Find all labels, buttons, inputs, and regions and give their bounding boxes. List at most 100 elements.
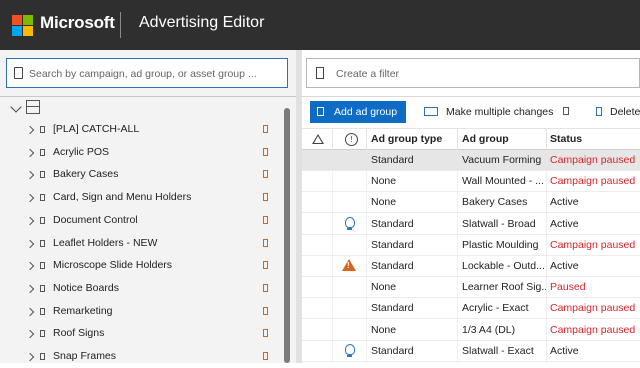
cell-ad-group: Learner Roof Sig... [462, 281, 546, 294]
lightbulb-icon[interactable] [345, 343, 355, 357]
table-row[interactable]: Standard Vacuum Forming Campaign paused [302, 150, 640, 171]
cell-ad-group-type: Standard [371, 344, 414, 357]
tree-scrollbar[interactable] [284, 108, 290, 363]
campaign-status-icon [263, 170, 268, 179]
chevron-right-icon[interactable] [25, 148, 35, 157]
make-multiple-changes-button[interactable]: Make multiple changes [422, 101, 576, 123]
header-divider [120, 12, 121, 38]
tree-item-campaign[interactable]: Snap Frames [0, 346, 282, 368]
brand-name: Microsoft [40, 13, 115, 32]
campaign-icon [40, 262, 45, 270]
cell-ad-group: 1/3 A4 (DL) [462, 323, 516, 336]
cell-ad-group: Wall Mounted - ... [462, 175, 544, 188]
search-icon [14, 67, 23, 79]
tree-item-campaign[interactable]: Acrylic POS [0, 142, 282, 164]
tree-item-label: Document Control [53, 213, 138, 226]
warning-icon[interactable] [342, 259, 356, 271]
table-row[interactable]: Standard Slatwall - Exact Active [302, 341, 640, 362]
tree-item-label: Roof Signs [53, 327, 105, 340]
ad-group-pane: Add ad group Make multiple changes Delet… [302, 50, 640, 363]
campaign-status-icon [263, 306, 268, 315]
tree-item-label: Leaflet Holders - NEW [53, 236, 158, 249]
table-row[interactable]: None 1/3 A4 (DL) Campaign paused [302, 320, 640, 341]
cell-ad-group: Slatwall - Exact [462, 344, 534, 357]
campaign-status-icon [263, 283, 268, 292]
table-row[interactable]: None Learner Roof Sig... Paused [302, 277, 640, 299]
add-ad-group-button[interactable]: Add ad group [310, 101, 406, 123]
account-icon [26, 100, 40, 114]
chevron-right-icon[interactable] [25, 239, 35, 248]
chevron-right-icon[interactable] [25, 261, 35, 271]
tree-item-campaign[interactable]: Notice Boards [0, 278, 282, 300]
column-divider [546, 129, 547, 151]
campaign-icon [40, 194, 45, 202]
campaign-icon [40, 239, 45, 247]
column-divider [457, 129, 458, 151]
delete-button[interactable]: Delete [594, 101, 640, 123]
tree-item-label: Bakery Cases [53, 168, 119, 181]
ad-group-grid: ! Ad group type Ad group Status Standard… [302, 128, 640, 363]
chevron-right-icon[interactable] [25, 352, 35, 362]
chevron-right-icon[interactable] [25, 125, 35, 135]
campaign-icon [40, 330, 45, 338]
tree-item-label: Microscope Slide Holders [53, 259, 173, 272]
tree-search-box[interactable] [6, 58, 288, 88]
cell-ad-group-type: None [371, 281, 397, 294]
chevron-right-icon[interactable] [25, 307, 35, 316]
table-row[interactable]: None Wall Mounted - ... Campaign paused [302, 171, 640, 193]
table-row[interactable]: Standard Acrylic - Exact Campaign paused [302, 298, 640, 320]
dropdown-icon [563, 107, 569, 115]
delete-icon [596, 107, 602, 116]
tree-item-campaign[interactable]: Microscope Slide Holders [0, 255, 282, 277]
column-header-status[interactable]: Status [550, 133, 582, 145]
column-divider [366, 129, 367, 151]
tree-item-campaign[interactable]: Roof Signs [0, 323, 282, 345]
add-icon [317, 107, 324, 116]
tree-item-label: Notice Boards [53, 281, 119, 294]
cell-status: Active [550, 344, 579, 357]
tree-item-label: Acrylic POS [53, 145, 110, 158]
campaign-icon [40, 307, 45, 315]
cell-status: Campaign paused [550, 175, 636, 188]
chevron-right-icon[interactable] [25, 216, 35, 226]
filter-input[interactable] [334, 64, 628, 84]
info-column-icon[interactable]: ! [345, 133, 358, 146]
warning-column-icon[interactable] [312, 134, 324, 144]
filter-box[interactable] [306, 58, 640, 88]
tree-search-input[interactable] [27, 64, 287, 84]
cell-ad-group: Vacuum Forming [462, 154, 542, 166]
lightbulb-icon[interactable] [345, 216, 355, 230]
tree-item-campaign[interactable]: Remarketing [0, 301, 282, 323]
cell-ad-group: Slatwall - Broad [462, 217, 536, 230]
app-title: Advertising Editor [139, 14, 265, 31]
table-row[interactable]: Standard Lockable - Outd... Active [302, 256, 640, 277]
chevron-down-icon[interactable] [10, 101, 22, 113]
campaign-icon [40, 171, 45, 179]
tree-root-account[interactable] [0, 97, 282, 119]
tree-item-label: Remarketing [53, 304, 113, 317]
tree-item-campaign[interactable]: Leaflet Holders - NEW [0, 233, 282, 255]
table-row[interactable]: Standard Slatwall - Broad Active [302, 214, 640, 235]
column-header-ad-group[interactable]: Ad group [462, 133, 509, 145]
cell-ad-group-type: None [371, 175, 397, 188]
cell-ad-group-type: Standard [371, 238, 414, 251]
campaign-status-icon [263, 261, 268, 270]
tree-item-campaign[interactable]: Card, Sign and Menu Holders [0, 187, 282, 209]
table-row[interactable]: Standard Plastic Moulding Campaign paused [302, 235, 640, 256]
chevron-right-icon[interactable] [25, 171, 35, 180]
chevron-right-icon[interactable] [25, 284, 35, 294]
tree-item-campaign[interactable]: Document Control [0, 210, 282, 232]
campaign-status-icon [263, 329, 268, 338]
tree-item-campaign[interactable]: [PLA] CATCH-ALL [0, 119, 282, 141]
table-row[interactable]: None Bakery Cases Active [302, 192, 640, 214]
campaign-icon [40, 353, 45, 360]
cell-status: Active [550, 196, 579, 209]
cell-ad-group-type: None [371, 196, 397, 209]
tree-item-campaign[interactable]: Bakery Cases [0, 164, 282, 186]
cell-ad-group-type: None [371, 323, 397, 336]
campaign-icon [40, 126, 45, 133]
chevron-right-icon[interactable] [25, 193, 35, 203]
chevron-right-icon[interactable] [25, 330, 35, 339]
column-header-ad-group-type[interactable]: Ad group type [371, 133, 442, 145]
cell-ad-group: Plastic Moulding [462, 238, 539, 251]
